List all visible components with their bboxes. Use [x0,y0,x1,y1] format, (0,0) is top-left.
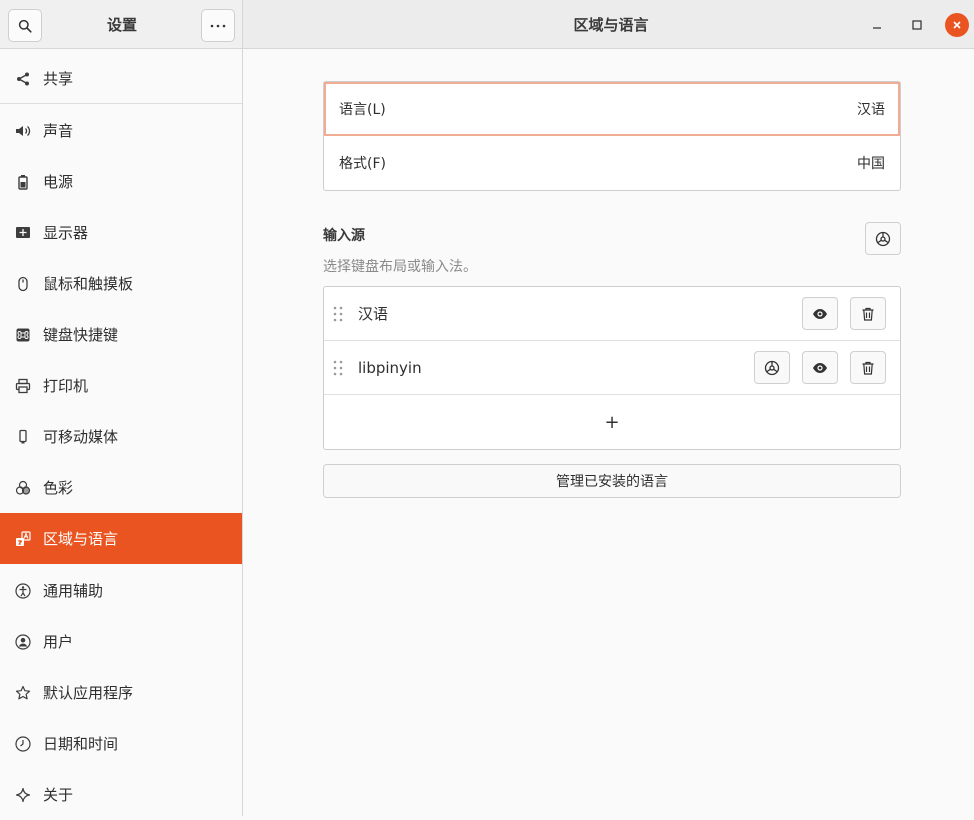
sidebar-item-accessibility[interactable]: 通用辅助 [0,565,242,616]
close-button[interactable] [945,13,969,37]
sidebar-header: 设置 [0,0,243,48]
sidebar-item-label: 鼠标和触摸板 [43,275,134,293]
formats-row[interactable]: 格式(F) 中国 [324,136,900,190]
language-value: 汉语 [857,101,885,118]
search-button[interactable] [8,9,42,42]
printer-icon [14,377,32,395]
language-format-list: 语言(L) 汉语 格式(F) 中国 [323,81,901,191]
user-icon [14,633,32,651]
sidebar-item-label: 通用辅助 [43,582,104,600]
removable-media-icon [14,428,32,446]
sidebar-item-label: 日期和时间 [43,735,119,753]
formats-label: 格式(F) [339,156,386,172]
sidebar-item-date-time[interactable]: 日期和时间 [0,718,242,769]
drag-handle-icon[interactable] [333,306,343,322]
close-icon [953,21,961,29]
add-input-source-row[interactable]: + [324,395,900,449]
sidebar-item-mouse-touchpad[interactable]: 鼠标和触摸板 [0,258,242,309]
manage-installed-languages-label: 管理已安装的语言 [556,474,668,490]
eye-icon [813,362,827,373]
preview-layout-button[interactable] [802,351,838,384]
sidebar-item-color[interactable]: 色彩 [0,462,242,513]
settings-window: 设置 区域与语言 共享 声音 电源 显示器 鼠标和触摸板 键盘快捷键 打印机 可… [0,0,974,816]
color-icon [14,479,32,497]
display-icon [14,224,32,242]
accessibility-icon [14,582,32,600]
sidebar-item-about[interactable]: 关于 [0,769,242,820]
speaker-icon [14,122,32,140]
sidebar-item-users[interactable]: 用户 [0,616,242,667]
input-source-label: libpinyin [358,359,422,377]
sidebar-item-sharing[interactable]: 共享 [0,53,242,104]
sidebar-item-label: 用户 [43,633,74,651]
trash-icon [862,361,874,375]
sidebar-item-default-apps[interactable]: 默认应用程序 [0,667,242,718]
minimize-icon [873,27,881,29]
remove-input-source-button[interactable] [850,351,886,384]
more-icon [210,24,226,27]
sidebar-item-label: 默认应用程序 [43,684,134,702]
sidebar-item-label: 关于 [43,786,74,804]
share-icon [14,70,32,88]
input-sources-options-button[interactable] [865,222,901,255]
battery-icon [14,173,32,191]
keyboard-shortcut-icon [14,326,32,344]
sidebar-title: 设置 [106,16,137,34]
sparkle-icon [14,786,32,804]
sidebar-item-label: 色彩 [43,479,74,497]
formats-value: 中国 [857,156,885,172]
sidebar-item-keyboard-shortcuts[interactable]: 键盘快捷键 [0,309,242,360]
language-label: 语言(L) [339,101,386,118]
content-panel: 语言(L) 汉语 格式(F) 中国 输入源 选择键盘布局或输入法。 汉语 lib… [244,49,974,816]
remove-input-source-button[interactable] [850,297,886,330]
drag-handle-icon[interactable] [333,360,343,376]
star-icon [14,684,32,702]
sidebar-item-region-language[interactable]: 区域与语言 [0,513,242,564]
sidebar-item-sound[interactable]: 声音 [0,105,242,156]
sidebar-divider [0,103,242,104]
input-source-label: 汉语 [358,305,389,323]
plus-icon: + [604,411,620,433]
clock-icon [14,735,32,753]
menu-button[interactable] [201,9,235,42]
header-bar: 设置 区域与语言 [0,0,974,49]
input-source-row[interactable]: libpinyin [324,341,900,395]
sidebar-item-label: 显示器 [43,224,89,242]
input-sources-list: 汉语 libpinyin + [323,286,901,450]
content-header: 区域与语言 [243,0,974,48]
sidebar-item-label: 声音 [43,122,74,140]
language-row[interactable]: 语言(L) 汉语 [324,82,900,136]
sidebar-item-label: 区域与语言 [43,530,119,548]
preview-layout-button[interactable] [802,297,838,330]
sidebar-item-printers[interactable]: 打印机 [0,360,242,411]
sidebar-item-power[interactable]: 电源 [0,156,242,207]
sidebar-item-label: 可移动媒体 [43,428,119,446]
sidebar: 共享 声音 电源 显示器 鼠标和触摸板 键盘快捷键 打印机 可移动媒体 色彩 区… [0,49,243,816]
sidebar-item-label: 电源 [43,173,74,191]
sidebar-item-label: 共享 [43,70,74,88]
sidebar-item-displays[interactable]: 显示器 [0,207,242,258]
search-icon [18,19,32,33]
settings-icon [764,360,780,375]
input-source-row[interactable]: 汉语 [324,287,900,341]
region-language-icon [14,530,32,548]
sidebar-item-removable-media[interactable]: 可移动媒体 [0,411,242,462]
trash-icon [862,307,874,321]
sidebar-item-label: 键盘快捷键 [43,326,119,344]
maximize-icon [912,20,922,30]
minimize-button[interactable] [865,13,889,37]
input-sources-subtitle: 选择键盘布局或输入法。 [323,259,477,275]
settings-icon [875,231,891,246]
input-source-settings-button[interactable] [754,351,790,384]
maximize-button[interactable] [905,13,929,37]
eye-icon [813,308,827,319]
input-sources-title: 输入源 [323,228,365,244]
manage-installed-languages-button[interactable]: 管理已安装的语言 [323,464,901,498]
mouse-icon [14,275,32,293]
sidebar-item-label: 打印机 [43,377,89,395]
